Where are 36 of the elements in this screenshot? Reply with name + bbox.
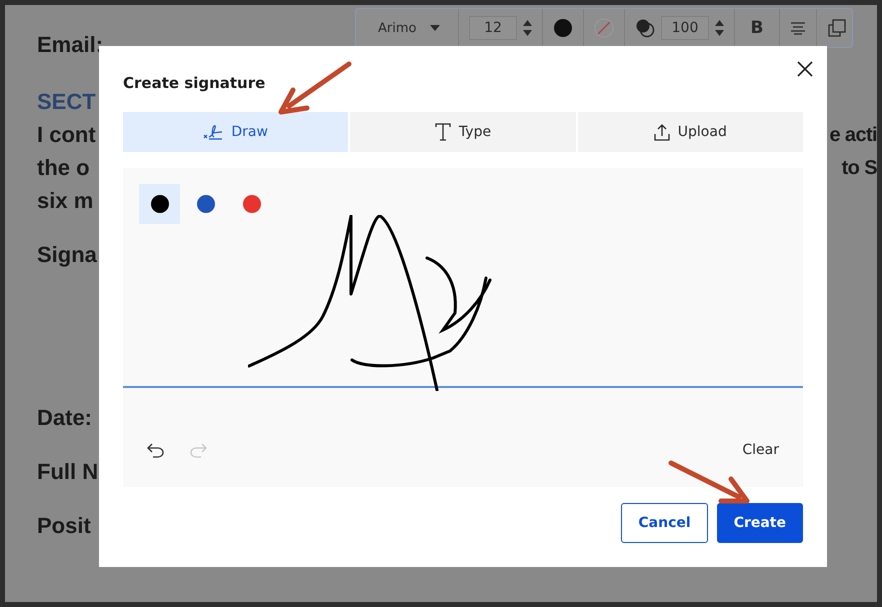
document-text: six m — [37, 188, 94, 214]
upload-icon — [654, 122, 670, 141]
text-icon — [434, 122, 451, 141]
tab[interactable]: Type — [350, 112, 576, 152]
document-text: Date: — [37, 405, 92, 431]
section-heading: SECT — [37, 89, 96, 115]
document-text: to S — [842, 156, 877, 181]
font-select[interactable]: Arimo — [366, 20, 448, 36]
align-icon[interactable] — [790, 21, 806, 35]
copy-icon[interactable] — [827, 18, 847, 38]
tab[interactable]: Upload — [578, 112, 803, 152]
clear-button[interactable]: Clear — [742, 442, 779, 458]
document-text: the o — [37, 155, 90, 181]
color-swatch[interactable] — [139, 184, 180, 224]
font-size-field[interactable]: 12 — [469, 16, 517, 40]
dialog-title: Create signature — [123, 74, 266, 92]
create-button[interactable]: Create — [716, 503, 803, 543]
opacity-field[interactable]: 100 — [661, 16, 709, 40]
color-dot-icon[interactable] — [553, 18, 573, 38]
cancel-button[interactable]: Cancel — [621, 503, 708, 543]
opacity-icon[interactable] — [635, 18, 655, 38]
close-icon[interactable] — [795, 58, 815, 79]
drawing-canvas[interactable]: Clear — [123, 168, 803, 487]
undo-icon[interactable] — [147, 442, 165, 458]
spinner-icon[interactable] — [715, 19, 724, 37]
caret-icon — [430, 25, 440, 31]
document-text: I cont — [37, 122, 96, 148]
tab[interactable]: Draw — [123, 112, 348, 152]
document-text: e acti — [829, 123, 877, 148]
document-text: Full N — [37, 459, 98, 485]
bold-button[interactable]: B — [745, 18, 769, 38]
document-text: Email: — [37, 32, 104, 58]
document-text: Posit — [37, 513, 91, 539]
signature-icon — [203, 124, 224, 140]
document-text: Signa — [37, 242, 97, 268]
spinner-icon[interactable] — [523, 19, 532, 37]
